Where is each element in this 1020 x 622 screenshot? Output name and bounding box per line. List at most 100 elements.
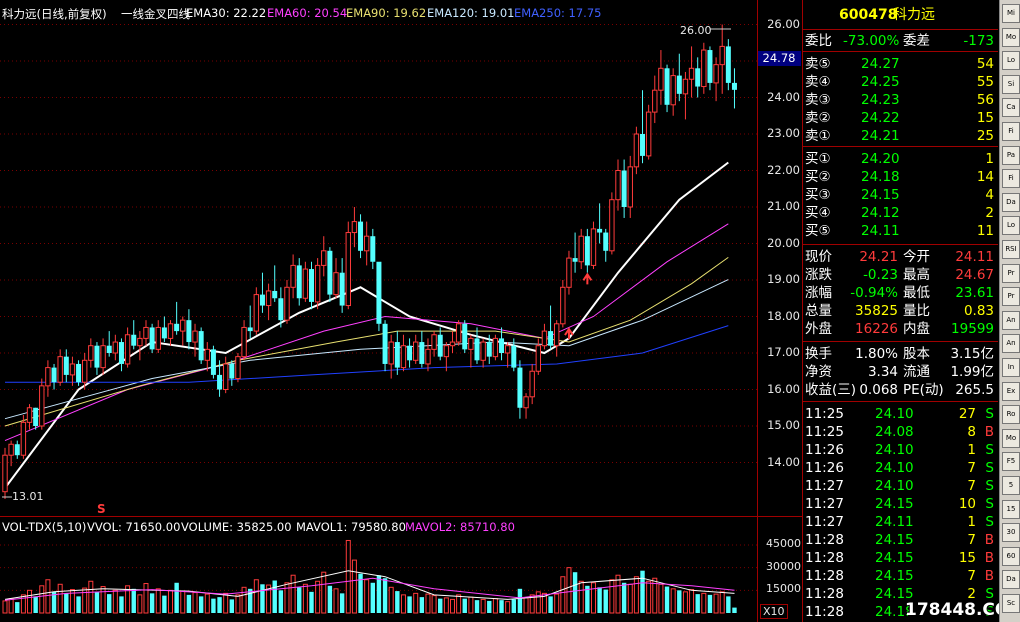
vol-indicator-name: VOL-TDX(5,10): [2, 520, 87, 534]
candle-body: [480, 341, 486, 361]
tick-time: 11:26: [805, 442, 844, 458]
candle-body: [76, 363, 82, 383]
toolbar-button[interactable]: An: [1002, 310, 1020, 330]
toolbar-button[interactable]: Pa: [1002, 145, 1020, 165]
order-volume: 56: [976, 92, 994, 108]
chart-stock-label: 科力远(日线,前复权): [2, 7, 107, 21]
toolbar-button[interactable]: 30: [1002, 523, 1020, 543]
toolbar-button[interactable]: F5: [1002, 452, 1020, 472]
tick-time: 11:28: [805, 568, 844, 584]
quote-panel: 600478 科力远 委比 -73.00% 委差 -173 卖⑤ 24.27 54 卖…: [803, 0, 998, 622]
mavol1-label: MAVOL1: 79580.80: [296, 520, 406, 534]
buy-order-row: 买④ 24.12 2: [803, 204, 998, 222]
volume-label: VOLUME: 35825.00: [181, 520, 292, 534]
toolbar-button[interactable]: Lo: [1002, 216, 1020, 236]
tick-volume: 1: [967, 514, 976, 530]
toolbar-button[interactable]: Fi: [1002, 169, 1020, 189]
volume-bar: [229, 599, 235, 613]
candle-body: [517, 367, 523, 408]
candle-body: [548, 331, 554, 346]
order-label: 卖②: [805, 110, 831, 126]
price-tick-label: 19.00: [767, 272, 800, 286]
tick-price: 24.10: [875, 406, 914, 422]
toolbar-button[interactable]: Da: [1002, 192, 1020, 212]
stat-row: 外盘 16226 内盘 19599: [803, 320, 998, 338]
toolbar-button[interactable]: RSI: [1002, 240, 1020, 259]
ema60-label: EMA60: 20.54: [267, 6, 348, 20]
volume-bar: [480, 598, 486, 614]
vvol-label: VVOL: 71650.00: [87, 520, 181, 534]
order-label: 卖④: [805, 74, 831, 90]
toolbar-button[interactable]: Si: [1002, 74, 1020, 94]
volume-bar: [186, 594, 192, 613]
toolbar-button[interactable]: Sc: [1002, 594, 1020, 613]
toolbar-button[interactable]: Da: [1002, 570, 1020, 590]
tick-time: 11:25: [805, 406, 844, 422]
volume-bar: [726, 596, 731, 613]
volume-bar: [492, 598, 498, 614]
toolbar-button[interactable]: Ex: [1002, 381, 1020, 401]
candle-body: [155, 326, 161, 350]
candle-body: [701, 49, 707, 88]
tick-row: 11:27 24.11 1 S: [803, 513, 998, 531]
toolbar-button[interactable]: Mo: [1002, 428, 1020, 448]
toolbar-button[interactable]: 5: [1002, 476, 1020, 495]
toolbar-button[interactable]: Mo: [1002, 27, 1020, 47]
toolbar-button[interactable]: Mi: [1002, 4, 1020, 23]
tick-volume: 15: [958, 550, 976, 566]
tick-volume: 27: [958, 406, 976, 422]
stat-label: 换手: [805, 346, 832, 362]
candle-body: [45, 367, 51, 387]
volume-bar: [682, 591, 688, 614]
candle-body: [609, 199, 615, 252]
candle-body: [437, 334, 443, 357]
candle-body: [314, 264, 321, 303]
toolbar-button[interactable]: In: [1002, 358, 1020, 377]
candle-body: [713, 64, 719, 84]
toolbar-button[interactable]: Ro: [1002, 405, 1020, 425]
toolbar-button[interactable]: An: [1002, 334, 1020, 354]
order-price: 24.25: [861, 74, 900, 90]
volume-bar: [339, 593, 345, 613]
toolbar-button[interactable]: 15: [1002, 499, 1020, 519]
candle-body: [682, 78, 689, 95]
candle-body: [296, 265, 302, 299]
stat-row: 现价 24.21 今开 24.11: [803, 248, 998, 266]
candle-body: [290, 264, 296, 288]
volume-bar: [505, 601, 511, 614]
price-tick-label: 16.00: [767, 381, 800, 396]
toolbar-button[interactable]: Pr: [1002, 263, 1020, 283]
candle-body: [247, 327, 253, 332]
candle-body: [222, 363, 229, 391]
volume-bar: [15, 602, 20, 613]
tick-row: 11:26 24.10 7 S: [803, 459, 998, 477]
candle-body: [26, 407, 33, 423]
candle-body: [394, 342, 400, 368]
volume-bar: [413, 592, 419, 614]
volume-bar: [560, 576, 566, 614]
buy-order-row: 买③ 24.15 4: [803, 186, 998, 204]
stat-value: 0.068: [859, 382, 898, 398]
toolbar-button[interactable]: Ca: [1002, 98, 1020, 118]
tick-volume: 1: [967, 442, 976, 458]
tick-time: 11:28: [805, 586, 844, 602]
candle-body: [652, 89, 658, 113]
volume-bar: [670, 588, 676, 614]
candle-body: [333, 272, 339, 296]
volume-bar: [572, 572, 578, 613]
candle-body: [327, 250, 333, 295]
volume-bar: [677, 590, 682, 613]
tick-volume: 10: [958, 496, 976, 512]
toolbar-button[interactable]: Pr: [1002, 287, 1020, 307]
volume-bar: [462, 598, 467, 613]
order-volume: 15: [976, 110, 994, 126]
volume-bar: [523, 597, 529, 614]
volume-bar: [438, 598, 443, 613]
order-volume: 55: [976, 74, 994, 90]
volume-bar: [297, 587, 302, 613]
candle-body: [33, 407, 39, 426]
toolbar-button[interactable]: 60: [1002, 546, 1020, 566]
toolbar-button[interactable]: Fi: [1002, 122, 1020, 141]
order-volume: 1: [985, 151, 994, 167]
toolbar-button[interactable]: Lo: [1002, 51, 1020, 71]
